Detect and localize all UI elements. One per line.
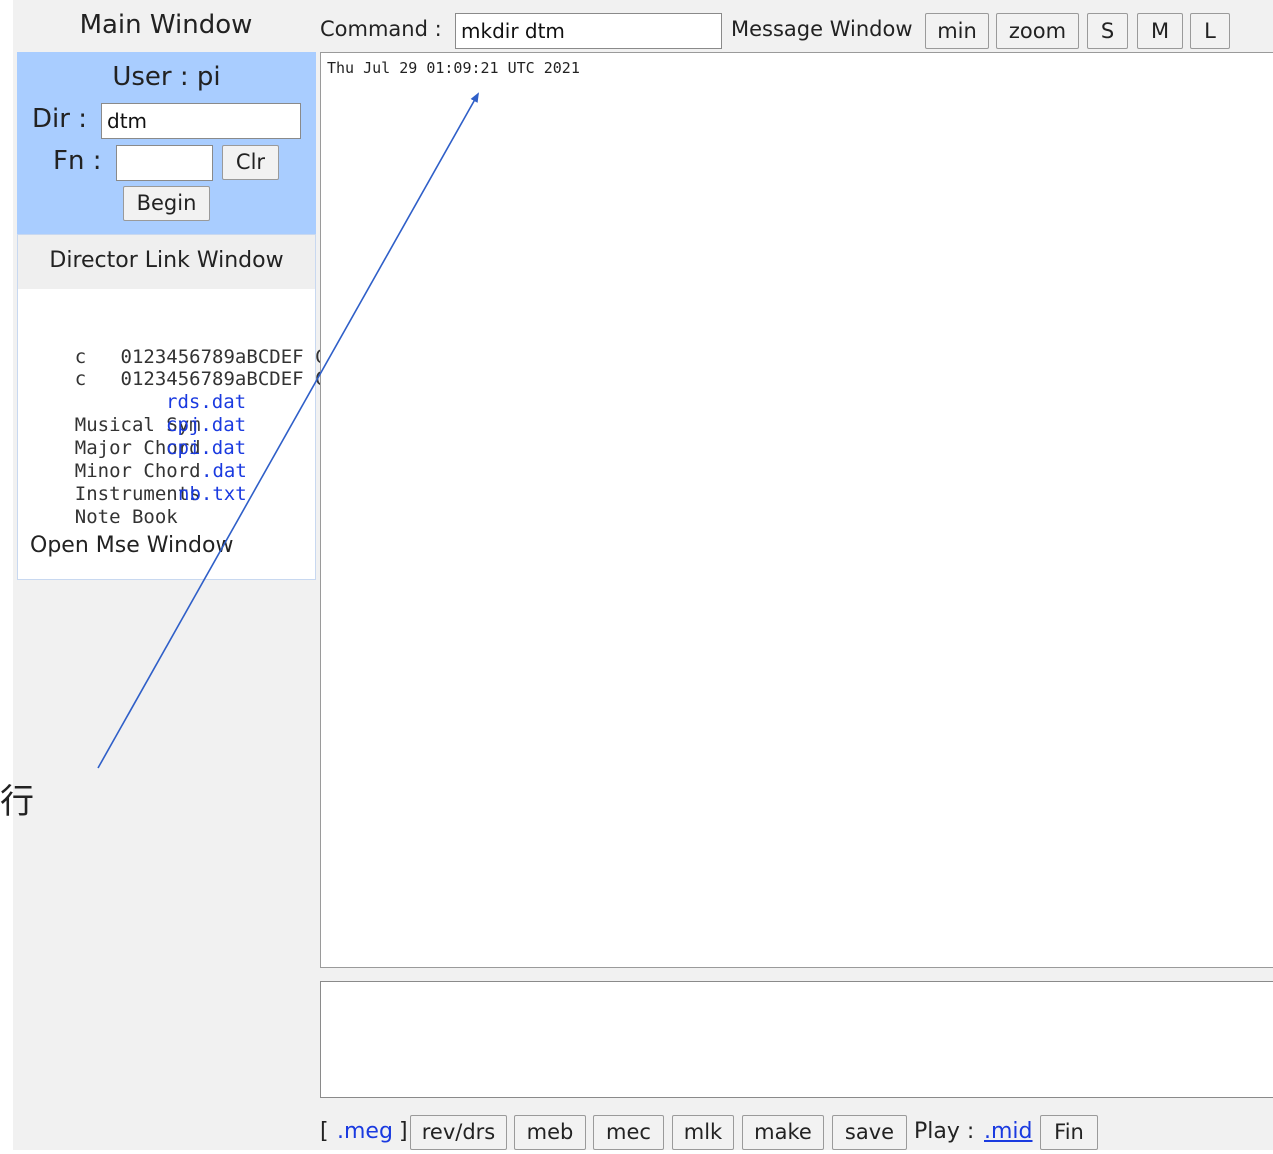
arrow-line [97, 92, 479, 769]
annotation-arrow [97, 92, 479, 769]
annotation-text: 行 [0, 782, 34, 822]
